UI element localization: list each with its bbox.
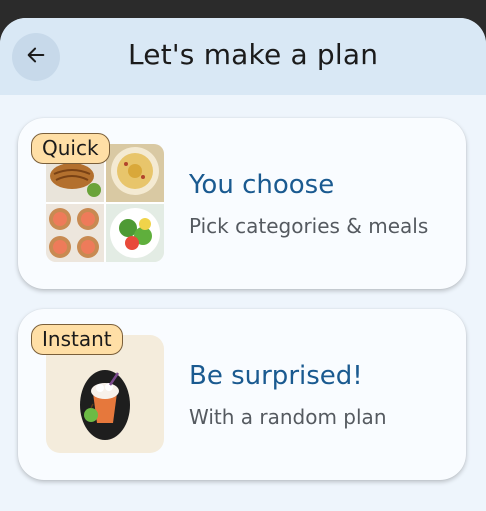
app-header: Let's make a plan (0, 18, 486, 95)
be-surprised-card[interactable]: Instant Be surprised! With a random plan (18, 309, 466, 480)
instant-badge: Instant (31, 324, 123, 355)
quick-badge: Quick (31, 133, 110, 164)
plan-sheet: Let's make a plan Quick You choose Pick … (0, 18, 486, 511)
card-title: You choose (189, 170, 335, 200)
card-subtitle: Pick categories & meals (189, 214, 429, 238)
card-subtitle: With a random plan (189, 405, 387, 429)
page-title: Let's make a plan (128, 38, 379, 71)
back-button[interactable] (12, 33, 60, 81)
card-title: Be surprised! (189, 361, 363, 391)
arrow-left-icon (25, 44, 47, 70)
you-choose-card[interactable]: Quick You choose Pick categories & meals (18, 118, 466, 289)
